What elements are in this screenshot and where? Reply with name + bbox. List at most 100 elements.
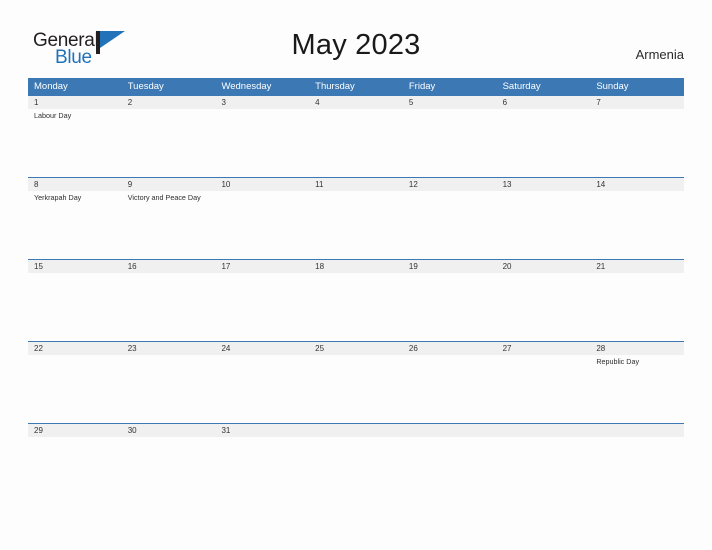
day-cell[interactable] xyxy=(215,273,309,341)
date-number[interactable]: 7 xyxy=(590,96,684,109)
week-event-band xyxy=(28,273,684,341)
date-number xyxy=(590,424,684,437)
day-cell[interactable] xyxy=(590,109,684,177)
week-event-band: Labour Day xyxy=(28,109,684,177)
date-number[interactable]: 9 xyxy=(122,178,216,191)
date-number[interactable]: 16 xyxy=(122,260,216,273)
day-cell[interactable] xyxy=(122,109,216,177)
date-number[interactable]: 4 xyxy=(309,96,403,109)
day-cell[interactable] xyxy=(215,191,309,259)
date-number[interactable]: 28 xyxy=(590,342,684,355)
calendar-grid: Monday Tuesday Wednesday Thursday Friday… xyxy=(28,78,684,450)
date-number[interactable]: 8 xyxy=(28,178,122,191)
day-cell[interactable] xyxy=(497,355,591,423)
page-header: General Blue May 2023 Armenia xyxy=(0,0,712,76)
date-number xyxy=(497,424,591,437)
event-label: Labour Day xyxy=(34,111,72,120)
date-number[interactable]: 13 xyxy=(497,178,591,191)
day-cell[interactable] xyxy=(28,437,122,450)
weekday-header-saturday: Saturday xyxy=(502,81,541,92)
date-number[interactable]: 18 xyxy=(309,260,403,273)
day-cell[interactable]: Republic Day xyxy=(590,355,684,423)
day-cell[interactable]: Labour Day xyxy=(28,109,122,177)
date-number[interactable]: 21 xyxy=(590,260,684,273)
page-title: May 2023 xyxy=(291,29,421,61)
day-cell[interactable]: Victory and Peace Day xyxy=(122,191,216,259)
day-cell[interactable] xyxy=(28,273,122,341)
week-date-band: 15 16 17 18 19 20 21 xyxy=(28,260,684,273)
date-number[interactable]: 11 xyxy=(309,178,403,191)
day-cell[interactable] xyxy=(122,355,216,423)
weekday-header-tuesday: Tuesday xyxy=(127,81,164,92)
calendar-week-row: 15 16 17 18 19 20 21 xyxy=(28,259,684,341)
date-number[interactable]: 5 xyxy=(403,96,497,109)
date-number[interactable]: 2 xyxy=(122,96,216,109)
calendar-week-row: 22 23 24 25 26 27 28 Republic Day xyxy=(28,341,684,423)
day-cell[interactable] xyxy=(309,355,403,423)
date-number[interactable]: 3 xyxy=(215,96,309,109)
day-cell[interactable] xyxy=(590,273,684,341)
event-label: Yerkrapah Day xyxy=(34,193,82,202)
date-number[interactable]: 25 xyxy=(309,342,403,355)
date-number xyxy=(309,424,403,437)
date-number[interactable]: 22 xyxy=(28,342,122,355)
week-event-band xyxy=(28,437,684,450)
day-cell[interactable] xyxy=(122,273,216,341)
day-cell xyxy=(497,437,591,450)
day-cell[interactable] xyxy=(403,355,497,423)
day-cell[interactable] xyxy=(215,355,309,423)
day-cell[interactable]: Yerkrapah Day xyxy=(28,191,122,259)
date-number[interactable]: 15 xyxy=(28,260,122,273)
day-cell[interactable] xyxy=(403,191,497,259)
day-cell[interactable] xyxy=(309,191,403,259)
date-number[interactable]: 20 xyxy=(497,260,591,273)
day-cell xyxy=(590,437,684,450)
weekday-header-friday: Friday xyxy=(408,81,436,92)
day-cell[interactable] xyxy=(122,437,216,450)
date-number[interactable]: 30 xyxy=(122,424,216,437)
week-date-band: 22 23 24 25 26 27 28 xyxy=(28,342,684,355)
country-label: Armenia xyxy=(635,47,684,62)
weekday-header-row: Monday Tuesday Wednesday Thursday Friday… xyxy=(28,78,684,96)
event-label: Republic Day xyxy=(596,357,640,366)
calendar-week-row: 1 2 3 4 5 6 7 Labour Day xyxy=(28,96,684,177)
day-cell[interactable] xyxy=(28,355,122,423)
date-number[interactable]: 17 xyxy=(215,260,309,273)
day-cell[interactable] xyxy=(309,273,403,341)
day-cell[interactable] xyxy=(403,273,497,341)
weekday-header-monday: Monday xyxy=(34,81,68,92)
date-number[interactable]: 10 xyxy=(215,178,309,191)
day-cell[interactable] xyxy=(497,273,591,341)
day-cell[interactable] xyxy=(215,109,309,177)
date-number[interactable]: 1 xyxy=(28,96,122,109)
week-date-band: 1 2 3 4 5 6 7 xyxy=(28,96,684,109)
event-label: Victory and Peace Day xyxy=(127,193,201,202)
date-number[interactable]: 24 xyxy=(215,342,309,355)
day-cell[interactable] xyxy=(403,109,497,177)
week-date-band: 29 30 31 xyxy=(28,424,684,437)
date-number[interactable]: 29 xyxy=(28,424,122,437)
date-number[interactable]: 23 xyxy=(122,342,216,355)
day-cell[interactable] xyxy=(309,109,403,177)
date-number xyxy=(403,424,497,437)
date-number[interactable]: 6 xyxy=(497,96,591,109)
calendar-page: General Blue May 2023 Armenia Monday Tue… xyxy=(0,0,712,550)
day-cell[interactable] xyxy=(497,191,591,259)
date-number[interactable]: 27 xyxy=(497,342,591,355)
weekday-header-thursday: Thursday xyxy=(315,81,355,92)
day-cell[interactable] xyxy=(590,191,684,259)
day-cell[interactable] xyxy=(215,437,309,450)
day-cell[interactable] xyxy=(497,109,591,177)
weekday-header-sunday: Sunday xyxy=(596,81,629,92)
date-number[interactable]: 31 xyxy=(215,424,309,437)
calendar-week-row: 8 9 10 11 12 13 14 Yerkrapah Day Victory… xyxy=(28,177,684,259)
date-number[interactable]: 14 xyxy=(590,178,684,191)
calendar-week-row: 29 30 31 xyxy=(28,423,684,450)
week-event-band: Republic Day xyxy=(28,355,684,423)
date-number[interactable]: 12 xyxy=(403,178,497,191)
week-date-band: 8 9 10 11 12 13 14 xyxy=(28,178,684,191)
date-number[interactable]: 19 xyxy=(403,260,497,273)
day-cell xyxy=(403,437,497,450)
day-cell xyxy=(309,437,403,450)
date-number[interactable]: 26 xyxy=(403,342,497,355)
